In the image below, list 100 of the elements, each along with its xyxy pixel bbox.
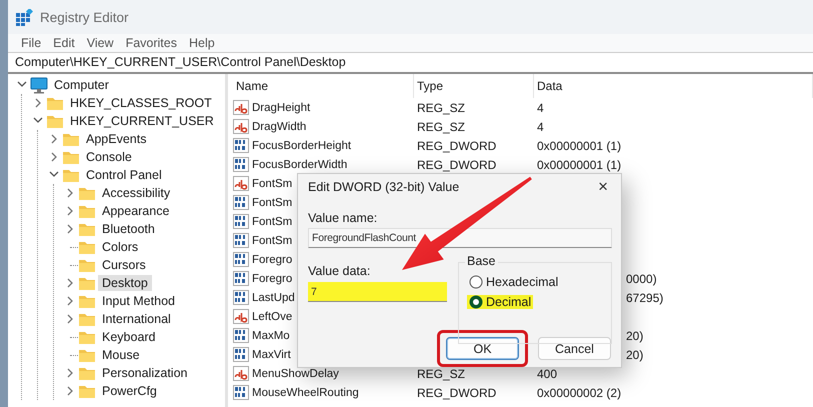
tree-item[interactable]: AppEvents <box>82 131 150 147</box>
menu-item[interactable]: Edit <box>47 36 81 50</box>
column-header[interactable]: Data <box>534 74 813 98</box>
window-title: Registry Editor <box>40 10 129 24</box>
chevron-icon[interactable] <box>65 368 75 378</box>
value-type: REG_DWORD <box>417 158 496 172</box>
value-data: 0x00000002 (2) <box>537 386 622 400</box>
tree-item[interactable]: Cursors <box>98 257 150 273</box>
close-button[interactable]: × <box>594 177 612 198</box>
value-name[interactable]: DragHeight <box>252 102 310 114</box>
column-header[interactable]: Name <box>233 74 414 98</box>
value-data-field[interactable]: 7 <box>308 282 447 302</box>
tree-item[interactable]: Computer <box>50 77 113 93</box>
folder-icon <box>78 185 96 201</box>
value-name[interactable]: MaxVirt <box>252 348 291 360</box>
tree-item[interactable]: HKEY_CLASSES_ROOT <box>66 95 216 111</box>
field-label: Value name: <box>308 210 378 226</box>
tree-item[interactable]: HKEY_CURRENT_USER <box>66 113 218 129</box>
folder-icon <box>78 203 96 219</box>
folder-icon <box>78 365 96 381</box>
dialog-title: Edit DWORD (32-bit) Value <box>308 180 460 194</box>
value-name[interactable]: Foregro <box>252 272 292 284</box>
chevron-icon[interactable] <box>49 134 59 144</box>
value-name[interactable]: FocusBorderHeight <box>252 140 352 152</box>
binary-value-icon <box>233 385 249 400</box>
value-name[interactable]: Foregro <box>252 254 292 266</box>
folder-icon <box>78 257 96 273</box>
option-label: Decimal <box>486 295 532 309</box>
string-value-icon <box>233 366 249 381</box>
binary-value-icon <box>233 290 249 305</box>
tree-item[interactable]: PowerCfg <box>98 383 161 399</box>
menu-item[interactable]: File <box>15 36 48 50</box>
tree-item[interactable]: Desktop <box>98 275 152 291</box>
chevron-icon[interactable] <box>65 188 75 198</box>
tree-item[interactable]: Colors <box>98 239 142 255</box>
tree-item[interactable]: Input Method <box>98 293 179 309</box>
value-type: REG_DWORD <box>417 138 496 152</box>
value-data: 20) <box>626 328 644 342</box>
folder-icon <box>62 167 80 183</box>
tree-item[interactable]: Keyboard <box>98 329 160 345</box>
value-type: REG_SZ <box>417 120 466 134</box>
chevron-icon[interactable] <box>49 152 59 162</box>
tree-item[interactable]: Accessibility <box>98 185 174 201</box>
binary-value-icon <box>233 328 249 343</box>
value-name[interactable]: MouseWheelRouting <box>252 386 359 398</box>
value-name[interactable]: MenuShowDelay <box>252 368 339 380</box>
value-data: 0x00000001 (1) <box>537 138 622 152</box>
dialog-button[interactable]: OK <box>446 337 519 360</box>
folder-icon <box>78 383 96 399</box>
value-name[interactable]: MaxMo <box>252 330 290 342</box>
radio-option[interactable]: Hexadecimal <box>467 275 560 289</box>
menu-item[interactable]: Help <box>182 36 221 50</box>
value-name[interactable]: FontSm <box>252 216 292 228</box>
folder-icon <box>62 131 80 147</box>
folder-icon <box>78 239 96 255</box>
registry-cubes-icon <box>16 8 33 26</box>
dialog-button[interactable]: Cancel <box>538 337 611 360</box>
binary-value-icon <box>233 138 249 153</box>
tree-item[interactable]: Bluetooth <box>98 221 159 237</box>
value-name[interactable]: FontSm <box>252 234 292 246</box>
radio-icon[interactable] <box>469 295 483 309</box>
value-type: REG_SZ <box>417 100 466 114</box>
tree-item[interactable]: International <box>98 311 175 327</box>
menu-item[interactable]: Favorites <box>120 36 183 50</box>
binary-value-icon <box>233 347 249 362</box>
folder-icon <box>78 347 96 363</box>
tree-item[interactable]: Console <box>82 149 136 165</box>
tree-item[interactable]: Mouse <box>98 347 144 363</box>
value-name[interactable]: DragWidth <box>252 120 306 132</box>
menu-item[interactable]: View <box>80 36 120 50</box>
binary-value-icon <box>233 252 249 267</box>
address-bar[interactable]: Computer\HKEY_CURRENT_USER\Control Panel\Desktop <box>8 53 813 72</box>
value-name[interactable]: FocusBorderWidth <box>252 158 348 170</box>
radio-icon[interactable] <box>469 275 483 289</box>
chevron-icon[interactable] <box>65 314 75 324</box>
computer-icon <box>30 76 48 94</box>
value-name[interactable]: LeftOve <box>252 310 292 322</box>
tree-item[interactable]: Control Panel <box>82 167 166 183</box>
chevron-icon[interactable] <box>65 386 75 396</box>
chevron-icon[interactable] <box>65 224 75 234</box>
tree-item[interactable]: Personalization <box>98 365 192 381</box>
value-name[interactable]: LastUpd <box>252 292 295 304</box>
option-label: Hexadecimal <box>486 275 558 289</box>
chevron-icon[interactable] <box>65 296 75 306</box>
value-name-field[interactable]: ForegroundFlashCount <box>308 228 612 248</box>
folder-icon <box>46 95 64 111</box>
folder-icon <box>78 293 96 309</box>
chevron-icon[interactable] <box>65 278 75 288</box>
value-name[interactable]: FontSm <box>252 178 292 190</box>
column-header[interactable]: Type <box>414 74 534 98</box>
tree-item[interactable]: Appearance <box>98 203 174 219</box>
field-label: Value data: <box>308 264 372 280</box>
value-data: 67295) <box>626 290 664 304</box>
value-name[interactable]: FontSm <box>252 196 292 208</box>
string-value-icon <box>233 100 249 115</box>
radio-option[interactable]: Decimal <box>467 295 534 309</box>
chevron-icon[interactable] <box>33 98 43 108</box>
binary-value-icon <box>233 233 249 248</box>
chevron-icon[interactable] <box>65 206 75 216</box>
string-value-icon <box>233 119 249 134</box>
